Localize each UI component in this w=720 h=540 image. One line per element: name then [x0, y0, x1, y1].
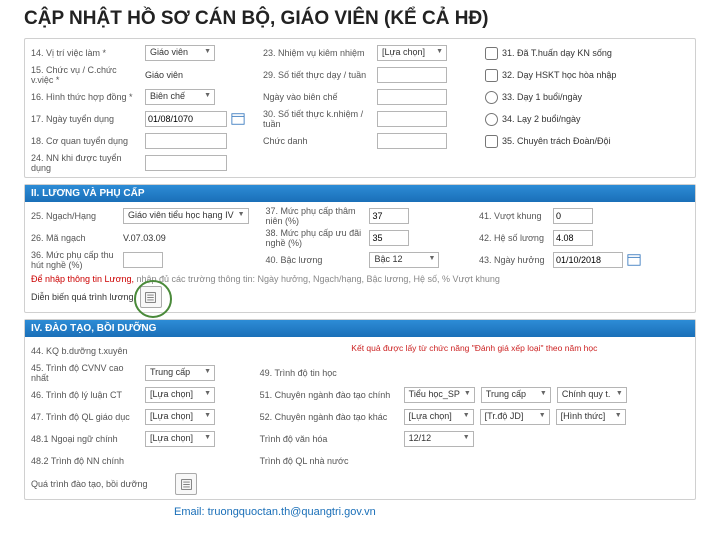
input-36[interactable] — [123, 252, 163, 268]
lbl-37: 37. Mức phụ cấp thâm niên (%) — [265, 206, 365, 226]
lbl-44: 44. KQ b.dưỡng t.xuyên — [31, 346, 141, 356]
section-dao-tao: IV. ĐÀO TẠO, BỒI DƯỠNG 44. KQ b.dưỡng t.… — [24, 319, 696, 500]
lbl-14: 14. Vị trí việc làm * — [31, 48, 141, 58]
lbl-31: 31. Đã T.huấn dạy KN sống — [502, 48, 612, 58]
input-24[interactable] — [145, 155, 227, 171]
footer-email: Email: truongquoctan.th@quangtri.gov.vn — [174, 506, 696, 518]
lbl-quatrinh: Quá trình đào tạo, bồi dưỡng — [31, 479, 171, 489]
select-hop-dong[interactable]: Biên chế — [145, 89, 215, 105]
lbl-42: 42. Hệ số lương — [479, 233, 549, 243]
select-46[interactable]: [Lựa chọn] — [145, 387, 215, 403]
lbl-47: 47. Trình độ QL giáo dục — [31, 412, 141, 422]
page-title: CẬP NHẬT HỒ SƠ CÁN BỘ, GIÁO VIÊN (KỂ CẢ … — [24, 8, 696, 30]
lbl-chuc-danh: Chức danh — [263, 136, 373, 146]
section-header-dao-tao: IV. ĐÀO TẠO, BỒI DƯỠNG — [25, 320, 695, 337]
lbl-38: 38. Mức phụ cấp ưu đãi nghề (%) — [265, 228, 365, 248]
select-47[interactable]: [Lựa chọn] — [145, 409, 215, 425]
select-vi-tri[interactable]: Giáo viên — [145, 45, 215, 61]
lbl-35: 35. Chuyên trách Đoàn/Đội — [502, 136, 611, 146]
select-52c[interactable]: [Hình thức] — [556, 409, 626, 425]
checkbox-35[interactable] — [485, 135, 498, 148]
input-18[interactable] — [145, 133, 227, 149]
section-header-luong: II. LƯƠNG VÀ PHỤ CẤP — [25, 185, 695, 202]
detail-luong-button[interactable] — [140, 286, 162, 308]
input-42[interactable] — [553, 230, 593, 246]
note-kq: Kết quả được lấy từ chức năng "Đánh giá … — [260, 343, 689, 357]
lbl-18: 18. Cơ quan tuyển dụng — [31, 136, 141, 146]
calendar-icon[interactable] — [231, 112, 245, 126]
select-51b[interactable]: Trung cấp — [481, 387, 551, 403]
input-ngay-bc[interactable] — [377, 89, 447, 105]
detail-quatrinh-button[interactable] — [175, 473, 197, 495]
select-52a[interactable]: [Lựa chọn] — [404, 409, 474, 425]
input-37[interactable] — [369, 208, 409, 224]
section-general: 14. Vị trí việc làm * Giáo viên 23. Nhiệm… — [24, 38, 696, 178]
val-15: Giáo viên — [145, 70, 183, 80]
lbl-vh: Trình độ văn hóa — [260, 434, 400, 444]
radio-34[interactable] — [485, 113, 498, 126]
lbl-36: 36. Mức phụ cấp thu hút nghề (%) — [31, 250, 119, 270]
input-41[interactable] — [553, 208, 593, 224]
select-ngach[interactable]: Giáo viên tiểu học hạng IV — [123, 208, 249, 224]
lbl-23: 23. Nhiệm vụ kiêm nhiệm — [263, 48, 373, 58]
note-luong: Để nhập thông tin Lương, nhập đủ các trư… — [31, 274, 689, 284]
lbl-25: 25. Ngạch/Hạng — [31, 211, 119, 221]
lbl-46: 46. Trình độ lý luận CT — [31, 390, 141, 400]
select-45[interactable]: Trung cấp — [145, 365, 215, 381]
lbl-49: 49. Trình độ tin học — [260, 368, 370, 378]
input-38[interactable] — [369, 230, 409, 246]
input-43[interactable] — [553, 252, 623, 268]
lbl-482: 48.2 Trình độ NN chính — [31, 456, 141, 466]
lbl-52: 52. Chuyên ngành đào tạo khác — [260, 412, 400, 422]
select-nhiem-vu[interactable]: [Lựa chọn] — [377, 45, 447, 61]
lbl-33: 33. Dạy 1 buổi/ngày — [502, 92, 582, 102]
lbl-26: 26. Mã ngạch — [31, 233, 119, 243]
lbl-30: 30. Số tiết thực k.nhiệm / tuần — [263, 109, 373, 129]
lbl-15: 15. Chức vụ / C.chức v.việc * — [31, 65, 141, 85]
lbl-17: 17. Ngày tuyển dụng — [31, 114, 141, 124]
select-481[interactable]: [Lựa chọn] — [145, 431, 215, 447]
select-vh[interactable]: 12/12 — [404, 431, 474, 447]
lbl-24: 24. NN khi được tuyển dụng — [31, 153, 141, 173]
lbl-481: 48.1 Ngoại ngữ chính — [31, 434, 141, 444]
lbl-dien-bien: Diễn biến quá trình lương — [31, 292, 134, 302]
lbl-43: 43. Ngày hưởng — [479, 255, 549, 265]
lbl-51: 51. Chuyên ngành đào tạo chính — [260, 390, 400, 400]
input-29[interactable] — [377, 67, 447, 83]
input-30[interactable] — [377, 111, 447, 127]
lbl-45: 45. Trình độ CVNV cao nhất — [31, 363, 141, 383]
lbl-29: 29. Số tiết thực dạy / tuần — [263, 70, 373, 80]
lbl-qlnn: Trình độ QL nhà nước — [260, 456, 400, 466]
input-17[interactable] — [145, 111, 227, 127]
val-26: V.07.03.09 — [123, 233, 166, 243]
calendar-icon[interactable] — [627, 253, 641, 267]
section-luong: II. LƯƠNG VÀ PHỤ CẤP 25. Ngạch/Hạng Giáo … — [24, 184, 696, 313]
radio-33[interactable] — [485, 91, 498, 104]
lbl-ngay-bc: Ngày vào biên chế — [263, 92, 373, 102]
input-chuc-danh[interactable] — [377, 133, 447, 149]
lbl-40: 40. Bậc lương — [265, 255, 365, 265]
checkbox-31[interactable] — [485, 47, 498, 60]
select-51c[interactable]: Chính quy t. — [557, 387, 627, 403]
select-51a[interactable]: Tiểu học_SP — [404, 387, 475, 403]
lbl-16: 16. Hình thức hợp đồng * — [31, 92, 141, 102]
lbl-41: 41. Vượt khung — [479, 211, 549, 221]
lbl-34: 34. Lạy 2 buổi/ngày — [502, 114, 581, 124]
checkbox-32[interactable] — [485, 69, 498, 82]
lbl-32: 32. Dạy HSKT học hòa nhập — [502, 70, 616, 80]
select-bac[interactable]: Bậc 12 — [369, 252, 439, 268]
select-52b[interactable]: [Tr.độ JD] — [480, 409, 550, 425]
